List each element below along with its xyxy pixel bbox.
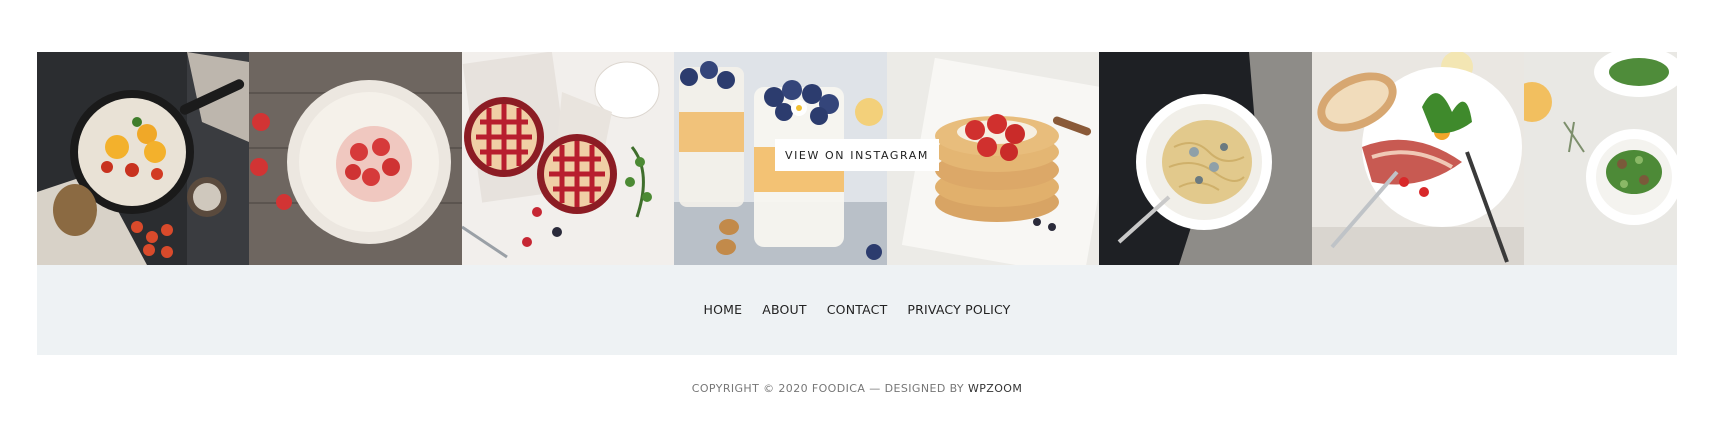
instagram-photo-strawberry-tart[interactable] — [249, 52, 462, 265]
copyright-notice: COPYRIGHT © 2020 FOODICA — DESIGNED BY WPZ… — [0, 382, 1714, 395]
lattice-pies-image — [462, 52, 674, 265]
instagram-photo-skillet-eggs[interactable] — [37, 52, 249, 265]
page: VIEW ON INSTAGRAM HOME ABOUT CONTACT PRI… — [0, 0, 1714, 434]
footer-menu-item: PRIVACY POLICY — [907, 301, 1010, 319]
footer-menu-list: HOME ABOUT CONTACT PRIVACY POLICY — [703, 301, 1010, 319]
pasta-plate-image — [1099, 52, 1312, 265]
copyright-separator: — — [869, 382, 881, 395]
footer-menu: HOME ABOUT CONTACT PRIVACY POLICY — [37, 265, 1677, 355]
green-salad-image — [1524, 52, 1677, 265]
instagram-photo-lattice-pies[interactable] — [462, 52, 674, 265]
footer-link-home[interactable]: HOME — [703, 302, 742, 317]
footer-menu-item: CONTACT — [827, 301, 888, 319]
designed-by-label: DESIGNED BY — [884, 382, 965, 395]
instagram-photo-bacon-egg-toast[interactable] — [1312, 52, 1524, 265]
skillet-eggs-image — [37, 52, 249, 265]
footer-link-contact[interactable]: CONTACT — [827, 302, 888, 317]
instagram-photo-pasta-plate[interactable] — [1099, 52, 1312, 265]
footer-link-about[interactable]: ABOUT — [762, 302, 807, 317]
footer-menu-item: HOME — [703, 301, 742, 319]
view-on-instagram-button[interactable]: VIEW ON INSTAGRAM — [775, 139, 939, 171]
instagram-photo-green-salad[interactable] — [1524, 52, 1677, 265]
strawberry-tart-image — [249, 52, 462, 265]
footer-link-privacy-policy[interactable]: PRIVACY POLICY — [907, 302, 1010, 317]
copyright-text: COPYRIGHT © 2020 FOODICA — [691, 382, 866, 395]
bacon-egg-toast-image — [1312, 52, 1524, 265]
footer-menu-item: ABOUT — [762, 301, 807, 319]
designer-link[interactable]: WPZOOM — [968, 382, 1022, 395]
